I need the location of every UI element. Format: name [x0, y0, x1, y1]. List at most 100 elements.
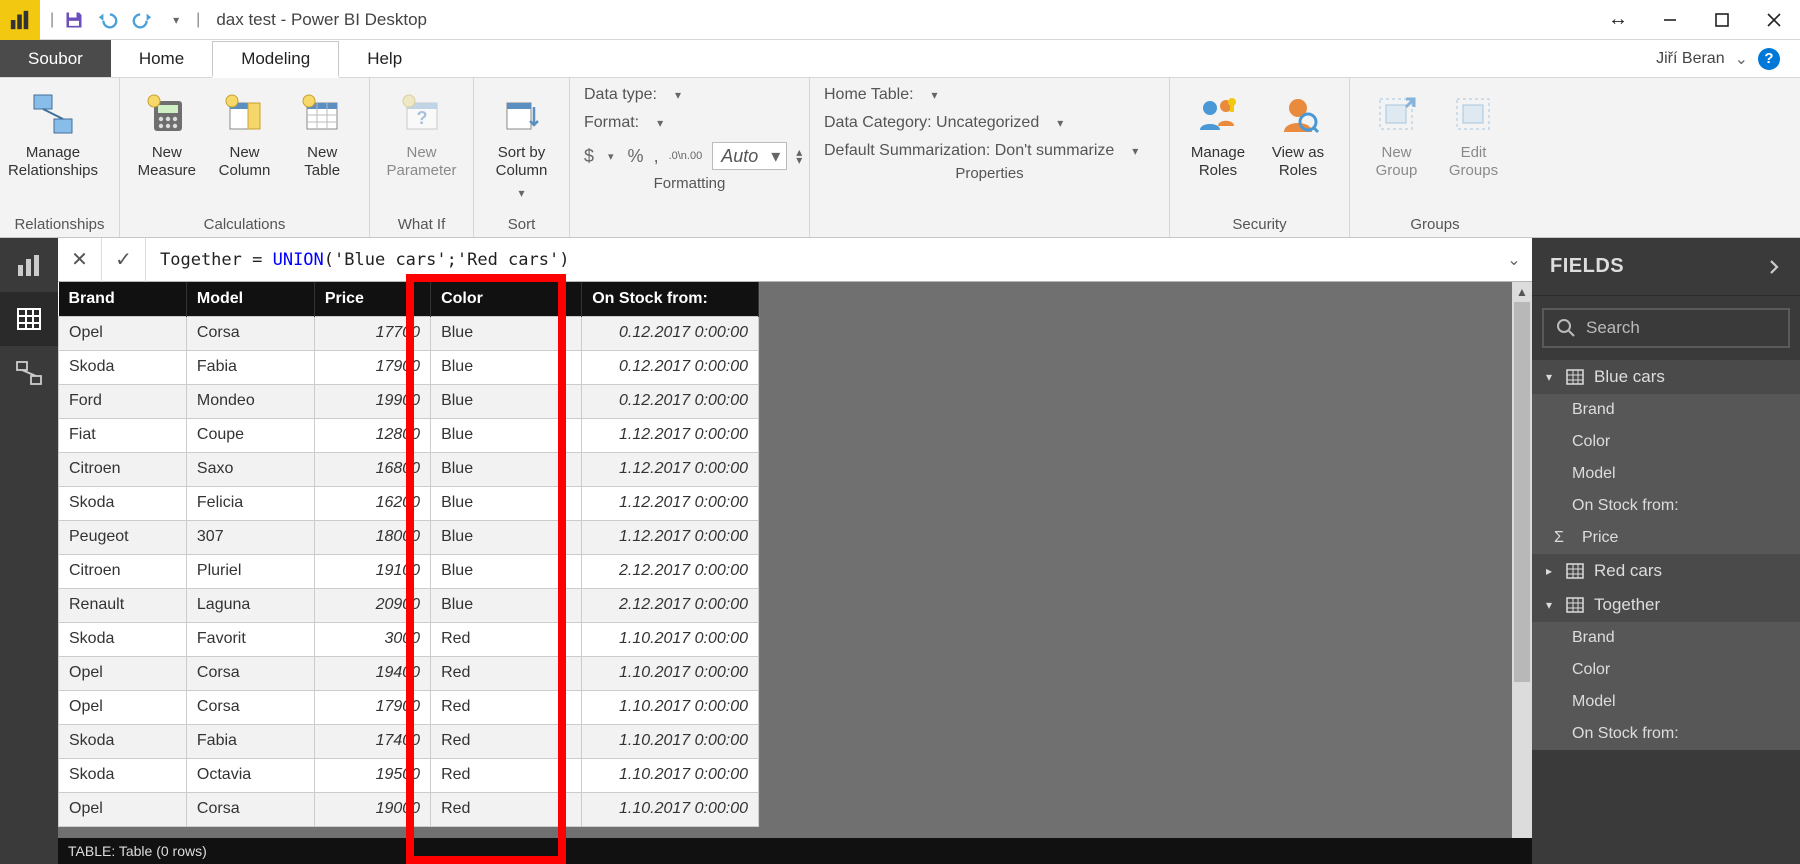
cell-price[interactable]: 18000	[314, 520, 430, 554]
scroll-up-icon[interactable]: ▲	[1512, 282, 1532, 302]
cell-date[interactable]: 1.10.2017 0:00:00	[582, 724, 759, 758]
redo-icon[interactable]	[128, 6, 156, 34]
help-icon[interactable]: ?	[1758, 48, 1780, 70]
cell-price[interactable]: 19000	[314, 792, 430, 826]
cell-model[interactable]: Pluriel	[186, 554, 314, 588]
search-input[interactable]: Search	[1542, 308, 1790, 348]
data-grid[interactable]: BrandModelPriceColorOn Stock from:OpelCo…	[58, 282, 760, 827]
column-header[interactable]: Color	[431, 282, 582, 316]
cell-color[interactable]: Red	[431, 792, 582, 826]
maximize-button[interactable]	[1696, 0, 1748, 40]
cell-date[interactable]: 1.10.2017 0:00:00	[582, 690, 759, 724]
menu-home[interactable]: Home	[111, 40, 212, 77]
cell-color[interactable]: Blue	[431, 554, 582, 588]
cell-model[interactable]: Felicia	[186, 486, 314, 520]
fields-field[interactable]: Color	[1532, 426, 1800, 458]
cell-model[interactable]: Fabia	[186, 724, 314, 758]
cell-brand[interactable]: Opel	[59, 792, 187, 826]
cell-brand[interactable]: Ford	[59, 384, 187, 418]
new-measure-button[interactable]: New Measure	[128, 84, 206, 209]
cell-color[interactable]: Red	[431, 690, 582, 724]
cell-model[interactable]: Laguna	[186, 588, 314, 622]
cell-date[interactable]: 1.12.2017 0:00:00	[582, 520, 759, 554]
cell-color[interactable]: Blue	[431, 588, 582, 622]
chevron-down-icon[interactable]: ▾	[928, 88, 942, 102]
cell-date[interactable]: 2.12.2017 0:00:00	[582, 554, 759, 588]
cell-brand[interactable]: Skoda	[59, 758, 187, 792]
menu-modeling[interactable]: Modeling	[212, 41, 339, 78]
chevron-down-icon[interactable]: ▾	[1053, 116, 1067, 130]
cell-price[interactable]: 16800	[314, 452, 430, 486]
fields-field[interactable]: On Stock from:	[1532, 718, 1800, 750]
cell-brand[interactable]: Peugeot	[59, 520, 187, 554]
comma-button[interactable]: ,	[654, 146, 659, 167]
cell-price[interactable]: 17900	[314, 690, 430, 724]
manage-relationships-button[interactable]: Manage Relationships	[8, 84, 98, 209]
model-view-icon[interactable]	[0, 346, 58, 400]
chevron-down-icon[interactable]: ▾	[604, 150, 618, 163]
new-column-button[interactable]: New Column	[206, 84, 284, 209]
column-header[interactable]: Model	[186, 282, 314, 316]
cell-color[interactable]: Blue	[431, 350, 582, 384]
spin-buttons[interactable]: ▴▾	[796, 148, 802, 164]
cell-date[interactable]: 0.12.2017 0:00:00	[582, 316, 759, 350]
decimals-icon[interactable]: .0\n.00	[669, 151, 703, 162]
cell-brand[interactable]: Skoda	[59, 350, 187, 384]
vertical-scrollbar[interactable]: ▲ ▼	[1512, 282, 1532, 864]
user-name[interactable]: Jiří Beran	[1656, 50, 1724, 68]
cell-color[interactable]: Blue	[431, 486, 582, 520]
cell-color[interactable]: Blue	[431, 418, 582, 452]
cell-color[interactable]: Red	[431, 622, 582, 656]
close-button[interactable]	[1748, 0, 1800, 40]
chevron-down-icon[interactable]: ▾	[1128, 144, 1142, 158]
fields-table[interactable]: ▾Blue cars	[1532, 360, 1800, 394]
column-header[interactable]: Price	[314, 282, 430, 316]
cell-model[interactable]: 307	[186, 520, 314, 554]
cell-model[interactable]: Coupe	[186, 418, 314, 452]
fields-field[interactable]: Color	[1532, 654, 1800, 686]
new-table-button[interactable]: New Table	[283, 84, 361, 209]
cell-color[interactable]: Blue	[431, 520, 582, 554]
cell-color[interactable]: Blue	[431, 316, 582, 350]
cancel-formula-icon[interactable]: ✕	[58, 238, 102, 282]
cell-color[interactable]: Blue	[431, 452, 582, 486]
cell-price[interactable]: 16200	[314, 486, 430, 520]
cell-price[interactable]: 20900	[314, 588, 430, 622]
minimize-button[interactable]	[1644, 0, 1696, 40]
cell-model[interactable]: Fabia	[186, 350, 314, 384]
fields-field[interactable]: On Stock from:	[1532, 490, 1800, 522]
menu-help[interactable]: Help	[339, 40, 430, 77]
cell-model[interactable]: Octavia	[186, 758, 314, 792]
cell-date[interactable]: 1.12.2017 0:00:00	[582, 452, 759, 486]
expand-icon[interactable]: ▾	[1546, 598, 1556, 612]
manage-roles-button[interactable]: Manage Roles	[1178, 84, 1258, 209]
commit-formula-icon[interactable]: ✓	[102, 238, 146, 282]
cell-date[interactable]: 1.10.2017 0:00:00	[582, 622, 759, 656]
formula-text[interactable]: Together = UNION('Blue cars';'Red cars')	[146, 250, 1496, 270]
collapse-pane-icon[interactable]	[1766, 259, 1782, 275]
cell-date[interactable]: 2.12.2017 0:00:00	[582, 588, 759, 622]
report-view-icon[interactable]	[0, 238, 58, 292]
cell-color[interactable]: Red	[431, 656, 582, 690]
fields-table[interactable]: ▸Red cars	[1532, 554, 1800, 588]
column-header[interactable]: On Stock from:	[582, 282, 759, 316]
cell-date[interactable]: 1.12.2017 0:00:00	[582, 486, 759, 520]
cell-color[interactable]: Blue	[431, 384, 582, 418]
user-dropdown-icon[interactable]: ⌄	[1735, 49, 1748, 69]
cell-price[interactable]: 17700	[314, 316, 430, 350]
fields-field[interactable]: Brand	[1532, 394, 1800, 426]
cell-price[interactable]: 3000	[314, 622, 430, 656]
cell-date[interactable]: 1.10.2017 0:00:00	[582, 758, 759, 792]
cell-date[interactable]: 1.12.2017 0:00:00	[582, 418, 759, 452]
cell-price[interactable]: 19100	[314, 554, 430, 588]
cell-brand[interactable]: Opel	[59, 656, 187, 690]
cell-date[interactable]: 0.12.2017 0:00:00	[582, 384, 759, 418]
cell-color[interactable]: Red	[431, 758, 582, 792]
cell-color[interactable]: Red	[431, 724, 582, 758]
cell-price[interactable]: 19400	[314, 656, 430, 690]
percent-button[interactable]: %	[628, 146, 644, 167]
cell-brand[interactable]: Renault	[59, 588, 187, 622]
cell-brand[interactable]: Citroen	[59, 554, 187, 588]
cell-date[interactable]: 1.10.2017 0:00:00	[582, 792, 759, 826]
expand-icon[interactable]: ▸	[1546, 564, 1556, 578]
